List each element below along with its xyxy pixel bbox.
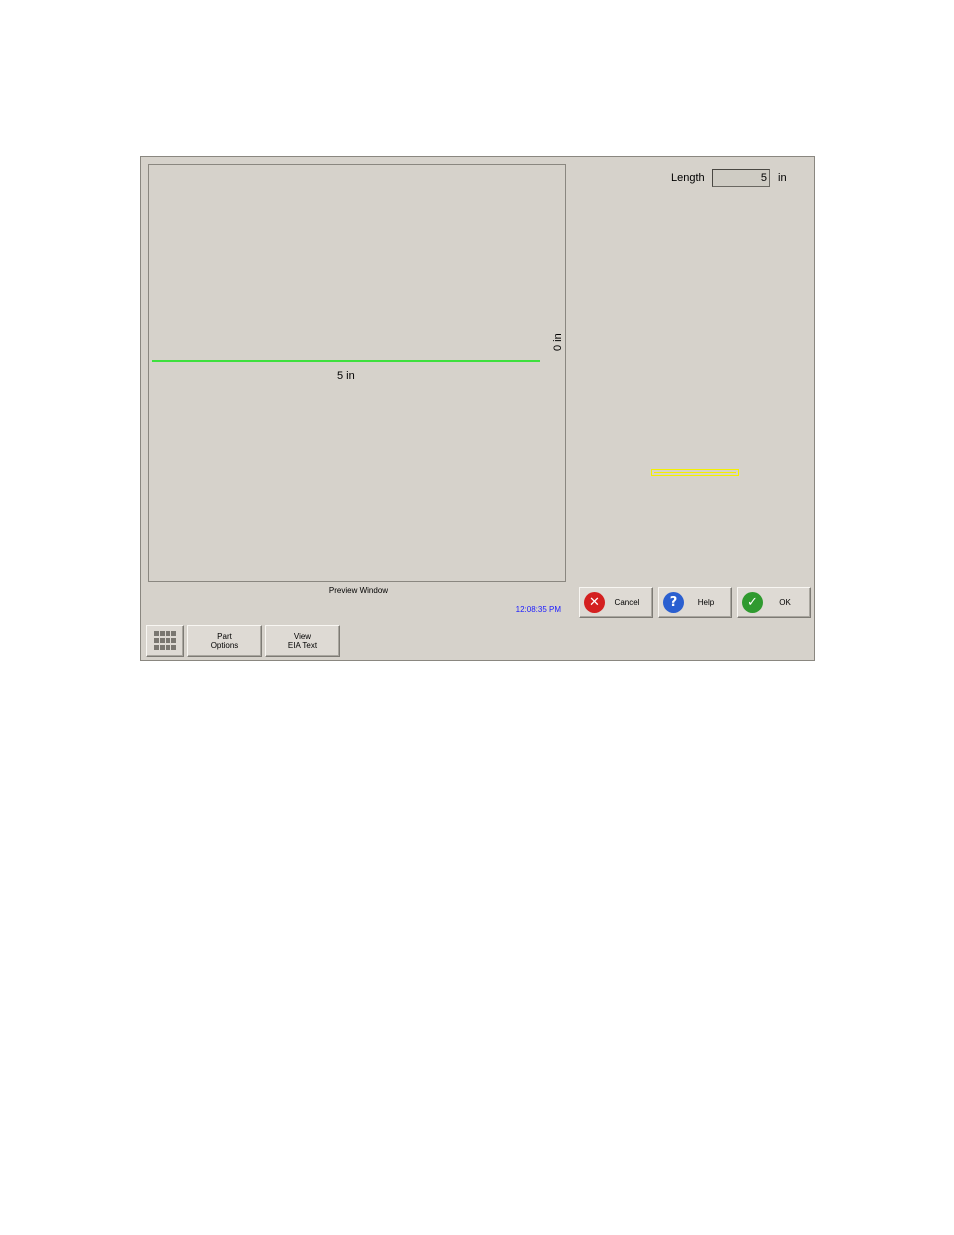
- keypad-button[interactable]: [146, 625, 184, 657]
- help-button[interactable]: ? Help: [658, 587, 732, 618]
- view-eia-text-label: View EIA Text: [287, 632, 318, 650]
- length-label: Length: [671, 172, 705, 184]
- part-options-button[interactable]: Part Options: [187, 625, 262, 657]
- part-options-label: Part Options: [210, 632, 239, 650]
- cancel-button[interactable]: ✕ Cancel: [579, 587, 653, 618]
- view-eia-text-button[interactable]: View EIA Text: [265, 625, 340, 657]
- question-circle-icon: ?: [663, 592, 684, 613]
- part-line: [152, 360, 540, 362]
- length-dimension-label: 5 in: [337, 370, 355, 382]
- keypad-icon: [154, 631, 176, 651]
- help-label: Help: [697, 598, 715, 607]
- ok-label: OK: [779, 598, 791, 607]
- ok-button[interactable]: ✓ OK: [737, 587, 811, 618]
- preview-caption: Preview Window: [328, 586, 389, 595]
- length-input[interactable]: [712, 169, 770, 187]
- x-circle-icon: ✕: [584, 592, 605, 613]
- zero-dimension-label: 0 in: [552, 333, 564, 351]
- clock: 12:08:35 PM: [515, 605, 561, 614]
- checkmark-circle-icon: ✓: [742, 592, 763, 613]
- length-unit: in: [778, 172, 787, 184]
- part-thumbnail: [651, 469, 739, 476]
- preview-window: 5 in 0 in: [148, 164, 566, 582]
- shape-wizard-window: 5 in 0 in Preview Window 12:08:35 PM Len…: [140, 156, 815, 661]
- cancel-label: Cancel: [614, 598, 640, 607]
